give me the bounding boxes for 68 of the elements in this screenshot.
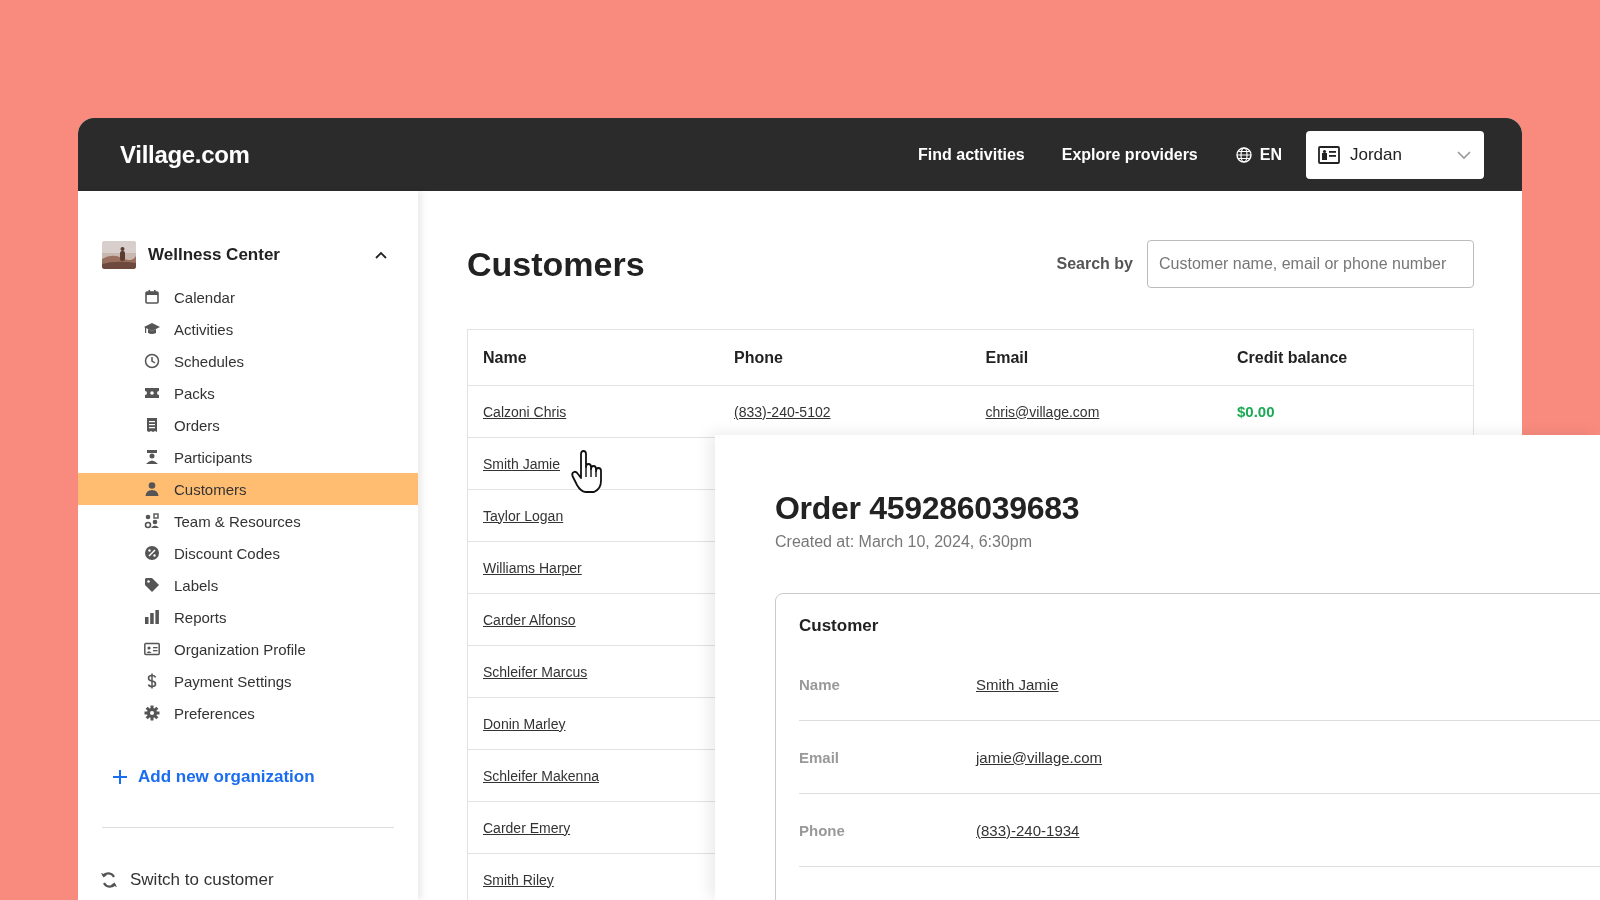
graduation-cap-icon [144, 321, 160, 337]
person-icon [144, 481, 160, 497]
sidebar-item[interactable]: Schedules [78, 345, 418, 377]
sidebar-item[interactable]: Discount Codes [78, 537, 418, 569]
sidebar-item[interactable]: Activities [78, 313, 418, 345]
customer-link[interactable]: Carder Emery [483, 819, 571, 836]
customer-link[interactable]: Schleifer Marcus [483, 663, 588, 680]
column-header: Credit balance [1222, 329, 1474, 386]
field-link[interactable]: (833)-240-1934 [976, 821, 1080, 839]
field-label: Phone [799, 821, 846, 839]
search-label: Search by [1056, 255, 1133, 273]
customer-link[interactable]: (833)-240-5102 [734, 403, 831, 420]
created-date: Created at: March 10, 2024, 6:30pm [775, 533, 1034, 551]
add-organization-link[interactable]: Add new organization [112, 757, 315, 797]
customer-link[interactable]: Smith Jamie [483, 455, 561, 472]
sidebar-item[interactable]: Packs [78, 377, 418, 409]
id-card-icon [144, 641, 160, 657]
site-logo[interactable]: Village.com [120, 140, 250, 169]
nav-link[interactable]: Explore providers [1061, 145, 1198, 164]
field-link[interactable]: jamie@village.com [976, 748, 1103, 766]
gear-icon [144, 705, 160, 721]
calendar-icon [144, 289, 160, 305]
sidebar-item[interactable]: Participants [78, 441, 418, 473]
language-button[interactable]: EN [1235, 145, 1282, 164]
column-header: Phone [719, 329, 971, 386]
bar-chart-icon [144, 609, 160, 625]
tag-icon [144, 577, 160, 593]
column-header: Email [970, 329, 1222, 386]
section-title: Customer [799, 616, 880, 636]
field-label: Email [799, 748, 841, 766]
customer-link[interactable]: Donin Marley [483, 715, 566, 732]
customer-link[interactable]: Williams Harper [483, 559, 582, 576]
organization-name: Wellness Center [148, 245, 281, 265]
credit-amount: $0.00 [1237, 403, 1275, 420]
id-card-icon [1318, 145, 1340, 164]
customer-link[interactable]: Taylor Logan [483, 507, 564, 524]
sidebar-item[interactable]: Payment Settings [78, 665, 418, 697]
sidebar-item[interactable]: Orders [78, 409, 418, 441]
sidebar-item[interactable]: Labels [78, 569, 418, 601]
sidebar-item[interactable]: Reports [78, 601, 418, 633]
field-label: Name [799, 675, 841, 693]
clock-icon [144, 353, 160, 369]
ticket-icon [144, 385, 160, 401]
plus-icon [112, 769, 128, 785]
customer-link[interactable]: Schleifer Makenna [483, 767, 599, 784]
field-link[interactable]: Smith Jamie [976, 675, 1059, 693]
sidebar-item[interactable]: Calendar [78, 281, 418, 313]
receipt-icon [144, 417, 160, 433]
column-header: Name [467, 329, 719, 386]
refresh-icon [100, 871, 118, 889]
customer-link[interactable]: Smith Riley [483, 871, 554, 888]
sidebar-item[interactable]: Team & Resources [78, 505, 418, 537]
nav-link[interactable]: Find activities [918, 145, 1025, 164]
switch-link[interactable]: Switch to customer [100, 864, 274, 896]
customer-link[interactable]: chris@village.com [985, 403, 1100, 420]
sidebar-item[interactable]: Organization Profile [78, 633, 418, 665]
participant-icon [144, 449, 160, 465]
customer-link[interactable]: Carder Alfonso [483, 611, 576, 628]
discount-icon [144, 545, 160, 561]
search-field[interactable]: Customer name, email or phone number [1147, 240, 1474, 288]
page-title: Customers [467, 244, 646, 284]
order-title: Order 459286039683 [775, 490, 1081, 527]
sidebar-item[interactable]: Preferences [78, 697, 418, 729]
user-menu[interactable]: Jordan [1306, 130, 1484, 179]
globe-icon [1235, 146, 1252, 163]
team-icon [144, 513, 160, 529]
customer-link[interactable]: Calzoni Chris [483, 403, 567, 420]
sidebar-item[interactable]: Customers [78, 473, 418, 505]
